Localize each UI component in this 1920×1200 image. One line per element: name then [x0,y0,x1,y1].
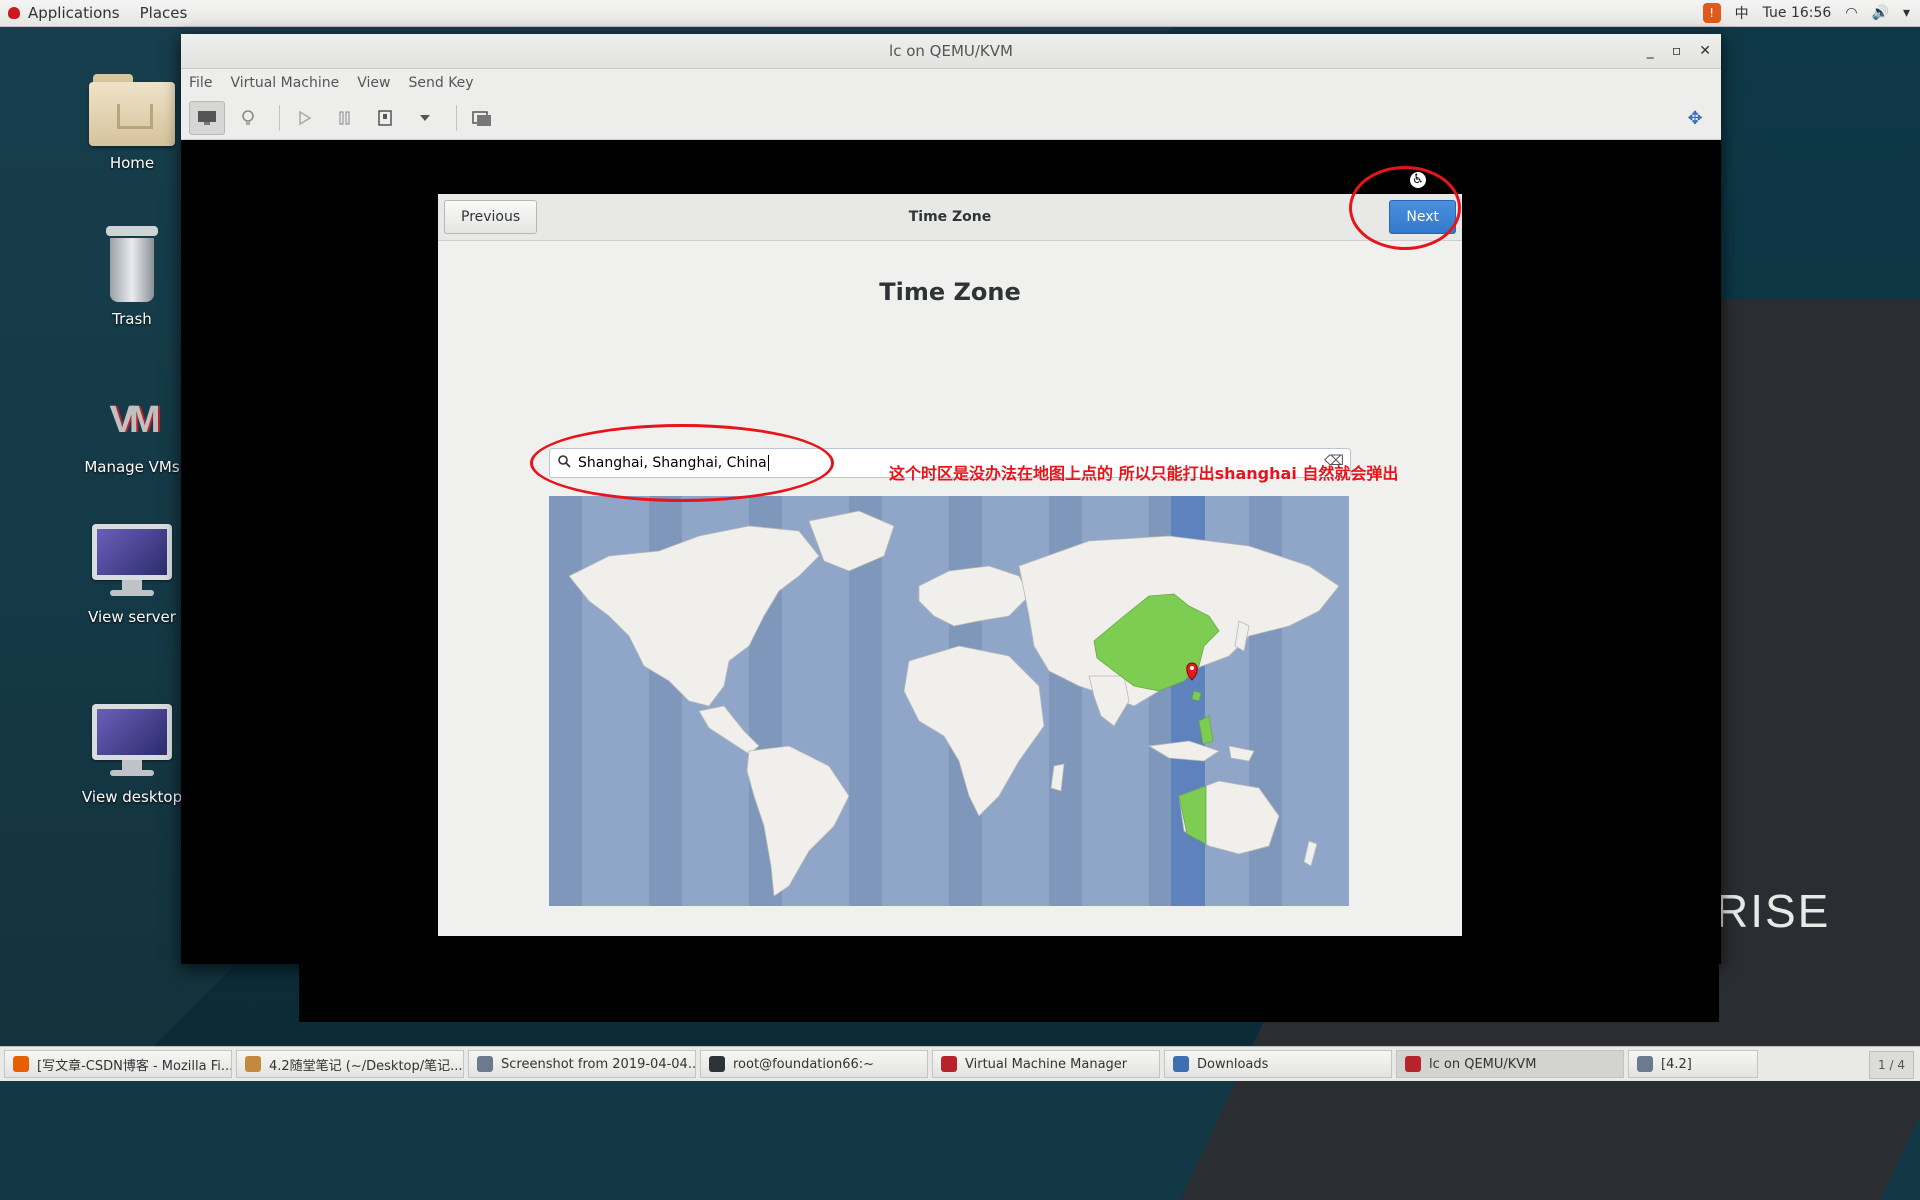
monitor-icon [92,524,172,600]
home-folder-icon [89,74,175,146]
task-label: [写文章-CSDN博客 - Mozilla Fi... [37,1058,232,1074]
task-virtual-machine-manager[interactable]: Virtual Machine Manager [932,1050,1160,1078]
terminal-icon [709,1056,725,1072]
wallpaper-brand-text: RISE [1715,885,1831,937]
desktop-icon-home[interactable]: Home [67,74,197,172]
task-label: Virtual Machine Manager [965,1056,1128,1072]
desktop-icon-trash[interactable]: Trash [67,226,197,328]
desktop-icon-label: Trash [112,310,152,328]
desktop-icon-label: View desktop [81,788,183,806]
menu-file[interactable]: File [189,75,212,91]
desktop-icon-label: View server [88,608,176,626]
desktop-icon-label: Home [109,154,155,172]
vm-toolbar: ✥ [181,97,1721,140]
image-viewer-icon [477,1056,493,1072]
vm-menubar: File Virtual Machine View Send Key [181,69,1721,97]
chevron-down-icon [420,115,430,121]
annotation-circle-search [530,424,834,502]
task-text-editor[interactable]: 4.2随堂笔记 (~/Desktop/笔记... [236,1050,464,1078]
applications-menu[interactable]: Applications [0,4,120,22]
guest-display-overflow [299,964,1719,1022]
annotation-circle-next [1349,166,1461,250]
task-label: 4.2随堂笔记 (~/Desktop/笔记... [269,1058,463,1074]
task-document[interactable]: [4.2] [1628,1050,1758,1078]
page-title: Time Zone [879,278,1021,306]
places-menu[interactable]: Places [140,4,188,22]
minimize-button[interactable]: _ [1647,43,1654,59]
task-label: Downloads [1197,1056,1269,1072]
folder-icon [1173,1056,1189,1072]
desktop-icon-label: Manage VMs [84,458,180,476]
task-screenshot-viewer[interactable]: Screenshot from 2019-04-04... [468,1050,696,1078]
resize-to-fit-icon[interactable]: ✥ [1679,103,1711,133]
task-firefox[interactable]: [写文章-CSDN博客 - Mozilla Fi... [4,1050,232,1078]
shutdown-button[interactable] [368,102,402,134]
firefox-icon [13,1056,29,1072]
show-details-button[interactable] [231,102,265,134]
vm-logo-icon: VM [109,399,161,441]
dialog-header: Previous Time Zone Next [438,194,1462,241]
previous-button[interactable]: Previous [444,200,538,234]
input-method-indicator[interactable]: 中 [1735,3,1749,23]
window-list-taskbar: [写文章-CSDN博客 - Mozilla Fi... 4.2随堂笔记 (~/D… [0,1046,1920,1081]
toolbar-separator [456,105,457,131]
fullscreen-button[interactable] [465,102,499,134]
annotation-note: 这个时区是没办法在地图上点的 所以只能打出shanghai 自然就会弹出 [889,464,1399,483]
maximize-button[interactable]: ▫ [1672,43,1682,59]
pause-icon [339,111,350,125]
desktop-icon-view-server[interactable]: View server [67,524,197,626]
vm-console-icon [1405,1056,1421,1072]
power-menu-icon[interactable]: ▾ [1903,5,1910,21]
toolbar-separator [279,105,280,131]
volume-icon[interactable]: 🔊 [1872,5,1889,21]
applications-label: Applications [28,4,120,22]
task-label: Screenshot from 2019-04-04... [501,1056,696,1072]
task-terminal[interactable]: root@foundation66:~ [700,1050,928,1078]
timezone-dialog: Previous Time Zone Next Time Zone Shangh… [438,194,1462,936]
show-console-button[interactable] [189,101,225,135]
monitor-icon [198,111,216,125]
trash-icon [104,226,160,302]
shutdown-menu-button[interactable] [408,102,442,134]
screens-icon [472,111,491,126]
text-editor-icon [245,1056,261,1072]
close-button[interactable]: ✕ [1699,43,1711,59]
task-label: [4.2] [1661,1056,1692,1072]
dialog-header-title: Time Zone [908,209,992,225]
task-label: lc on QEMU/KVM [1429,1056,1537,1072]
vm-manager-icon [941,1056,957,1072]
vm-window-titlebar[interactable]: lc on QEMU/KVM _ ▫ ✕ [181,34,1721,69]
top-panel: Applications Places ! 中 Tue 16:56 ◠ 🔊 ▾ [0,0,1920,27]
power-icon [378,110,392,126]
task-downloads[interactable]: Downloads [1164,1050,1392,1078]
monitor-icon [92,704,172,780]
pause-button[interactable] [328,102,362,134]
menu-send-key[interactable]: Send Key [408,75,473,91]
vm-window-title: lc on QEMU/KVM [889,42,1013,60]
desktop-icon-manage-vms[interactable]: VM Manage VMs [67,380,197,476]
clock[interactable]: Tue 16:56 [1763,5,1832,21]
workspace-pager[interactable]: 1 / 4 [1869,1051,1914,1079]
desktop-icon-view-desktop[interactable]: View desktop [67,704,197,806]
notification-icon[interactable]: ! [1702,3,1721,23]
run-button[interactable] [288,102,322,134]
lightbulb-icon [242,110,254,125]
document-icon [1637,1056,1653,1072]
menu-view[interactable]: View [357,75,390,91]
menu-virtual-machine[interactable]: Virtual Machine [230,75,339,91]
timezone-world-map[interactable] [549,496,1349,906]
redhat-icon [8,7,20,19]
wifi-icon[interactable]: ◠ [1845,5,1857,21]
task-label: root@foundation66:~ [733,1056,875,1072]
task-vm-console[interactable]: lc on QEMU/KVM [1396,1050,1624,1078]
play-icon [299,110,312,126]
